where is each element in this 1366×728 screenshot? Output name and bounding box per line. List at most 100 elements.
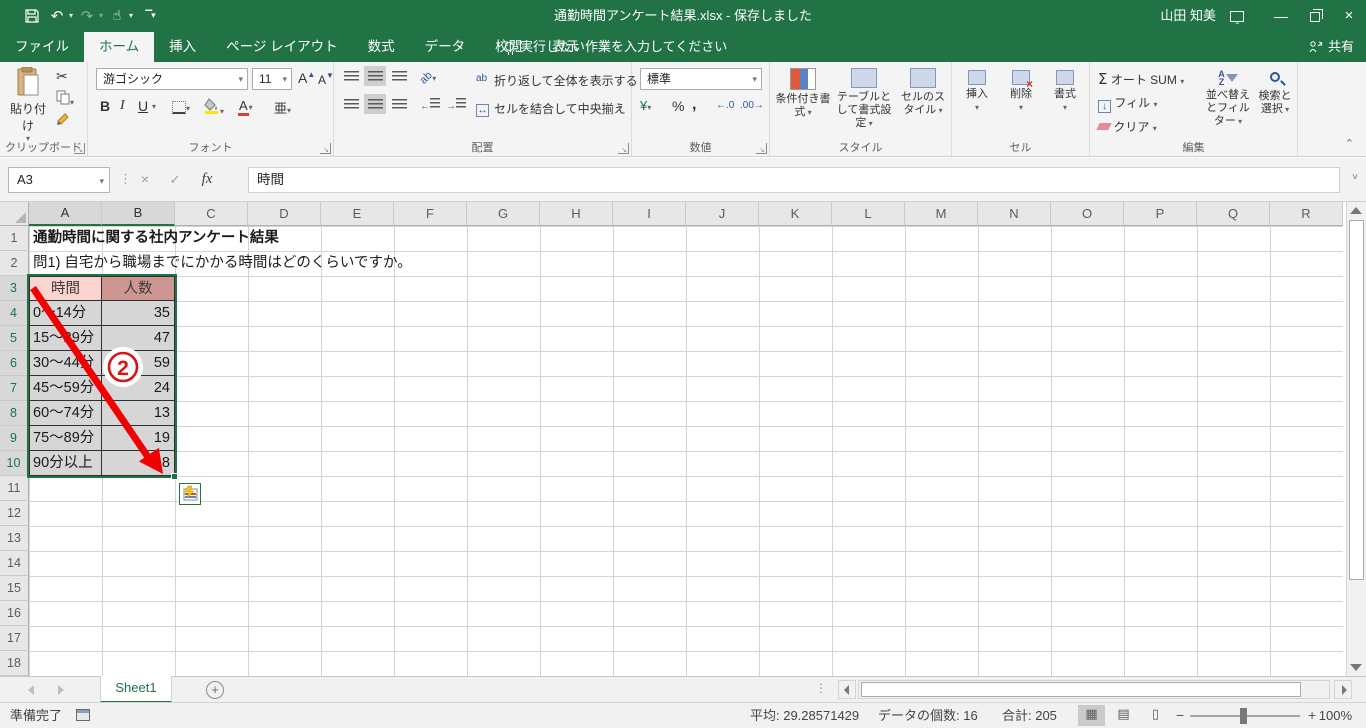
zoom-slider[interactable] — [1190, 708, 1300, 724]
cell-A7[interactable]: 45〜59分 — [29, 376, 102, 401]
cell-B10[interactable]: 8 — [102, 451, 175, 476]
row-header-8[interactable]: 8 — [0, 401, 29, 426]
collapse-ribbon-icon[interactable]: ⌃ — [1345, 137, 1354, 150]
font-size-combo[interactable]: 11 ▾ — [252, 68, 292, 90]
cell-A1[interactable]: 通勤時間に関する社内アンケート結果 — [29, 226, 279, 251]
tab-ホーム[interactable]: ホーム — [84, 32, 155, 62]
name-box[interactable]: A3 ▾ — [8, 167, 110, 193]
worksheet-grid[interactable]: A B C D E F G H I J K L M N O P Q R 1 2 3 4 5 6 7 8 9 10 11 12 13 14 15 1… — [0, 202, 1346, 676]
tab-scrollbar-splitter[interactable]: ⋮ — [815, 681, 827, 695]
borders-icon[interactable]: ▾ — [172, 100, 190, 115]
fill-handle[interactable] — [171, 473, 178, 480]
cell-A10[interactable]: 90分以上 — [29, 451, 102, 476]
percent-style-icon[interactable]: % — [672, 98, 684, 114]
zoom-percent[interactable]: 100% — [1319, 703, 1352, 728]
hscroll-right-arrow[interactable] — [1334, 680, 1352, 699]
zoom-in-icon[interactable]: + — [1308, 703, 1316, 728]
number-dialog-launcher[interactable] — [756, 143, 767, 154]
delete-cells-button[interactable]: × 削除 ▾ — [1000, 70, 1042, 114]
column-header-E[interactable]: E — [321, 202, 394, 226]
sheet-tab-sheet1[interactable]: Sheet1 — [100, 676, 172, 703]
vertical-scrollbar[interactable] — [1346, 202, 1366, 676]
tab-挿入[interactable]: 挿入 — [154, 32, 211, 62]
vertical-scrollbar-thumb[interactable] — [1349, 220, 1364, 580]
column-header-N[interactable]: N — [978, 202, 1051, 226]
cell-styles-button[interactable]: セルのスタイル ▾ — [896, 68, 950, 117]
view-page-break-icon[interactable]: ▯ — [1142, 705, 1169, 726]
formula-bar-expand-icon[interactable]: ˅ — [1352, 172, 1358, 183]
fill-button[interactable]: ↓ フィル ▾ — [1098, 94, 1157, 113]
row-header-15[interactable]: 15 — [0, 576, 29, 601]
share-button[interactable]: 共有 — [1309, 32, 1354, 62]
row-header-4[interactable]: 4 — [0, 301, 29, 326]
cell-A9[interactable]: 75〜89分 — [29, 426, 102, 451]
align-middle-icon[interactable] — [364, 66, 386, 86]
column-header-P[interactable]: P — [1124, 202, 1197, 226]
column-header-R[interactable]: R — [1270, 202, 1343, 226]
conditional-formatting-button[interactable]: 条件付き書式 ▾ — [772, 68, 834, 119]
cut-icon[interactable]: ✂ — [56, 68, 68, 85]
hscroll-left-arrow[interactable] — [838, 680, 856, 699]
tab-ページ レイアウト[interactable]: ページ レイアウト — [211, 32, 352, 62]
orientation-icon[interactable]: ab▾ — [418, 69, 437, 86]
tab-データ[interactable]: データ — [410, 32, 481, 62]
macro-record-icon[interactable] — [76, 709, 90, 721]
row-header-6[interactable]: 6 — [0, 351, 29, 376]
font-dialog-launcher[interactable] — [320, 143, 331, 154]
column-header-M[interactable]: M — [905, 202, 978, 226]
merge-center-button[interactable]: ↔ — [476, 100, 489, 117]
sheet-nav-right-icon[interactable] — [58, 685, 64, 695]
formula-bar-splitter[interactable]: ⋮ — [119, 172, 132, 187]
new-sheet-button[interactable]: + — [206, 681, 224, 699]
italic-button[interactable]: I — [120, 98, 125, 114]
align-right-icon[interactable] — [388, 94, 410, 114]
column-header-J[interactable]: J — [686, 202, 759, 226]
view-page-layout-icon[interactable]: ▤ — [1110, 705, 1137, 726]
merge-center-label[interactable]: セルを結合して中央揃え — [494, 100, 626, 117]
cell-B4[interactable]: 35 — [102, 301, 175, 326]
sheet-nav-left-icon[interactable] — [28, 685, 34, 695]
column-header-K[interactable]: K — [759, 202, 832, 226]
column-header-B[interactable]: B — [102, 202, 175, 226]
wrap-text-label[interactable]: 折り返して全体を表示する — [494, 72, 638, 89]
row-header-10[interactable]: 10 — [0, 451, 29, 476]
row-header-12[interactable]: 12 — [0, 501, 29, 526]
vscroll-up-arrow[interactable] — [1350, 207, 1362, 214]
clipboard-dialog-launcher[interactable] — [74, 143, 85, 154]
horizontal-scrollbar-thumb[interactable] — [861, 682, 1301, 697]
select-all-corner[interactable] — [0, 202, 29, 226]
format-as-table-button[interactable]: テーブルとして書式設定 ▾ — [834, 68, 894, 130]
increase-font-size-icon[interactable]: A▲ — [298, 70, 315, 86]
user-name[interactable]: 山田 知美 — [1160, 0, 1216, 32]
row-header-16[interactable]: 16 — [0, 601, 29, 626]
number-format-combo[interactable]: 標準 ▾ — [640, 68, 762, 90]
ribbon-display-options-icon[interactable] — [1220, 0, 1254, 42]
cell-B5[interactable]: 47 — [102, 326, 175, 351]
align-top-icon[interactable] — [340, 66, 362, 86]
copy-icon[interactable]: ▾ — [56, 90, 74, 108]
font-name-combo[interactable]: 游ゴシック ▾ — [96, 68, 248, 90]
align-left-icon[interactable] — [340, 94, 362, 114]
decrease-indent-icon[interactable]: ← — [420, 98, 440, 112]
column-header-O[interactable]: O — [1051, 202, 1124, 226]
tell-me-box[interactable]: 実行したい作業を入力してください — [505, 32, 727, 62]
column-header-F[interactable]: F — [394, 202, 467, 226]
column-header-A[interactable]: A — [29, 202, 102, 226]
horizontal-scrollbar[interactable] — [858, 680, 1330, 699]
font-color-icon[interactable]: A▾ — [238, 98, 253, 116]
currency-format-icon[interactable]: ¥▾ — [640, 98, 651, 113]
row-header-18[interactable]: 18 — [0, 651, 29, 676]
column-header-H[interactable]: H — [540, 202, 613, 226]
row-header-17[interactable]: 17 — [0, 626, 29, 651]
comma-style-icon[interactable]: , — [692, 96, 696, 114]
bold-button[interactable]: B — [100, 98, 110, 114]
cell-A4[interactable]: 0〜14分 — [29, 301, 102, 326]
row-header-7[interactable]: 7 — [0, 376, 29, 401]
vscroll-down-arrow[interactable] — [1350, 664, 1362, 671]
insert-cells-button[interactable]: 挿入 ▾ — [956, 70, 998, 114]
zoom-slider-thumb[interactable] — [1240, 708, 1247, 724]
align-center-icon[interactable] — [364, 94, 386, 114]
column-header-D[interactable]: D — [248, 202, 321, 226]
row-header-2[interactable]: 2 — [0, 251, 29, 276]
cell-A6[interactable]: 30〜44分 — [29, 351, 102, 376]
